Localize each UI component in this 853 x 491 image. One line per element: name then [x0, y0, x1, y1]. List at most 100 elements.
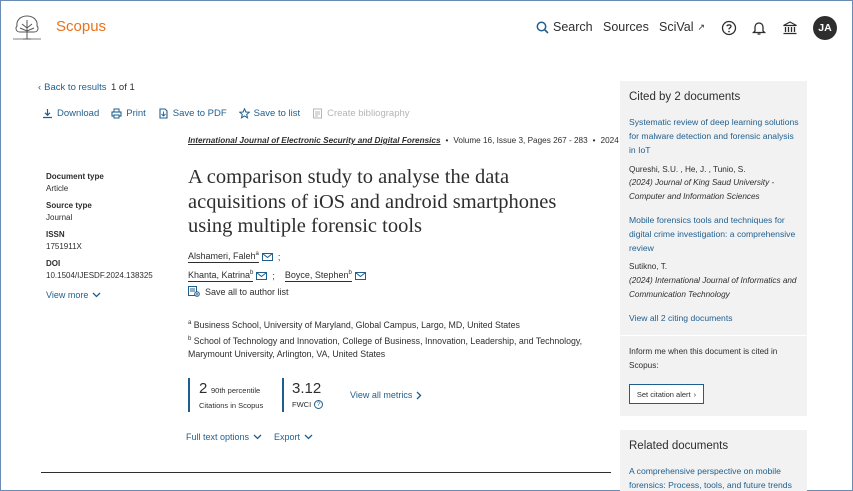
download-button[interactable]: Download [42, 108, 99, 119]
document-title: A comparison study to analyse the data a… [188, 166, 557, 237]
issn-label: ISSN [46, 230, 65, 239]
nav-scival[interactable]: SciVal ↗ [659, 20, 705, 34]
related-doc-title[interactable]: A comprehensive perspective on mobile fo… [629, 464, 801, 491]
star-icon [238, 108, 250, 119]
source-type-label: Source type [46, 201, 92, 210]
save-to-list-button[interactable]: Save to list [238, 108, 300, 119]
save-all-authors-button[interactable]: Save all to author list [188, 286, 289, 297]
author-name[interactable]: Khanta, Katrinab [188, 270, 254, 282]
download-icon [43, 109, 52, 119]
export-button[interactable]: Export [274, 432, 313, 442]
separator-dot: • [445, 136, 449, 145]
create-bibliography-label: Create bibliography [327, 108, 410, 119]
fwci-row: FWCI ? [292, 400, 324, 409]
author-name[interactable]: Boyce, Stephenb [284, 270, 352, 282]
volume-info: Volume 16, Issue 3, Pages 267 - 283 [453, 136, 588, 145]
help-icon[interactable] [721, 20, 737, 36]
view-more-button[interactable]: View more [46, 290, 101, 300]
save-pdf-label: Save to PDF [172, 108, 227, 119]
nav-sources[interactable]: Sources [603, 20, 649, 34]
view-all-citing-link[interactable]: View all 2 citing documents [629, 311, 801, 325]
author-row-1: Alshameri, Faleha ; [188, 251, 280, 263]
print-label: Print [126, 108, 146, 119]
brand-name[interactable]: Scopus [56, 18, 106, 35]
view-more-label: View more [46, 290, 89, 300]
nav-search-label: Search [553, 20, 593, 34]
chevron-right-icon: › [693, 389, 697, 399]
view-all-metrics-label: View all metrics [350, 390, 413, 400]
author-name[interactable]: Alshameri, Faleha [188, 251, 259, 263]
cited-doc-title[interactable]: Systematic review of deep learning solut… [629, 115, 801, 157]
external-link-icon: ↗ [697, 21, 706, 32]
meta-issn: ISSN 1751911X [46, 230, 156, 251]
related-documents-panel: Related documents A comprehensive perspe… [620, 430, 807, 491]
export-label: Export [274, 432, 301, 442]
chevron-left-icon: ‹ [38, 82, 42, 93]
section-divider [41, 472, 611, 473]
affiliation-a: a Business School, University of Marylan… [188, 319, 520, 330]
save-pdf-button[interactable]: Save to PDF [158, 108, 227, 119]
panel-divider [620, 335, 807, 336]
cited-doc-title[interactable]: Mobile forensics tools and techniques fo… [629, 213, 801, 255]
print-icon [111, 108, 122, 119]
full-text-options-label: Full text options [186, 432, 250, 442]
meta-doc-type: Document type Article [46, 172, 156, 193]
bibliography-icon [313, 108, 323, 119]
separator-dot: • [592, 136, 596, 145]
author-row-2: Khanta, Katrinab ; Boyce, Stephenb [188, 270, 366, 282]
chevron-down-icon [253, 434, 262, 440]
metric-bar [282, 378, 284, 412]
set-citation-alert-label: Set citation alert [636, 389, 691, 399]
meta-doi: DOI 10.1504/IJESDF.2024.138325 [46, 259, 156, 280]
citation-alert-text: Inform me when this document is cited in… [629, 347, 778, 370]
pub-year: 2024 [600, 136, 619, 145]
result-pager: 1 of 1 [111, 82, 135, 93]
fwci-label: FWCI [292, 400, 312, 409]
citations-label: Citations in Scopus [199, 401, 264, 410]
cited-doc-source: (2024) Journal of King Saud University -… [629, 178, 775, 201]
cited-doc-source: (2024) International Journal of Informat… [629, 276, 797, 299]
back-label: Back to results [44, 82, 107, 93]
author-separator: ; [272, 271, 275, 281]
metric-bar [188, 378, 190, 412]
chevron-down-icon [304, 434, 313, 440]
cited-by-panel: Cited by 2 documents Systematic review o… [620, 81, 807, 416]
nav-sources-label: Sources [603, 20, 649, 34]
mail-icon[interactable] [354, 272, 366, 280]
full-text-options-button[interactable]: Full text options [186, 432, 262, 442]
fwci-value: 3.12 [292, 380, 322, 397]
mail-icon[interactable] [256, 272, 268, 280]
issn-value: 1751911X [46, 242, 82, 251]
document-toolbar: Download Print Save to PDF Save to list … [42, 108, 410, 119]
bell-icon[interactable] [751, 20, 767, 36]
institution-icon[interactable] [782, 20, 798, 36]
source-type-value: Journal [46, 213, 73, 222]
cited-doc-authors: Qureshi, S.U. , He, J. , Tunio, S. [629, 165, 746, 174]
doi-label: DOI [46, 259, 61, 268]
cited-doc-authors: Sutikno, T. [629, 262, 668, 271]
print-button[interactable]: Print [111, 108, 146, 119]
elsevier-logo[interactable] [10, 12, 44, 42]
related-heading: Related documents [629, 440, 729, 452]
chevron-down-icon [92, 292, 101, 298]
pdf-icon [159, 108, 168, 119]
chevron-right-icon [416, 391, 422, 399]
user-avatar[interactable]: JA [813, 16, 837, 40]
create-bibliography-button[interactable]: Create bibliography [312, 108, 410, 119]
view-all-metrics-link[interactable]: View all metrics [350, 390, 422, 400]
author-separator: ; [277, 252, 281, 262]
search-icon [536, 21, 549, 34]
source-line: International Journal of Electronic Secu… [188, 136, 619, 145]
back-to-results-link[interactable]: ‹ Back to results [38, 82, 106, 93]
doc-type-value: Article [46, 184, 69, 193]
info-icon[interactable]: ? [314, 400, 324, 409]
nav-search[interactable]: Search [536, 20, 593, 34]
doi-value[interactable]: 10.1504/IJESDF.2024.138325 [46, 271, 156, 280]
journal-link[interactable]: International Journal of Electronic Secu… [188, 136, 441, 145]
cited-by-heading: Cited by 2 documents [629, 91, 741, 103]
percentile: 90th percentile [211, 386, 261, 395]
download-label: Download [57, 108, 100, 119]
mail-icon[interactable] [261, 253, 273, 261]
author-list-icon [188, 286, 200, 297]
set-citation-alert-button[interactable]: Set citation alert › [629, 384, 704, 404]
